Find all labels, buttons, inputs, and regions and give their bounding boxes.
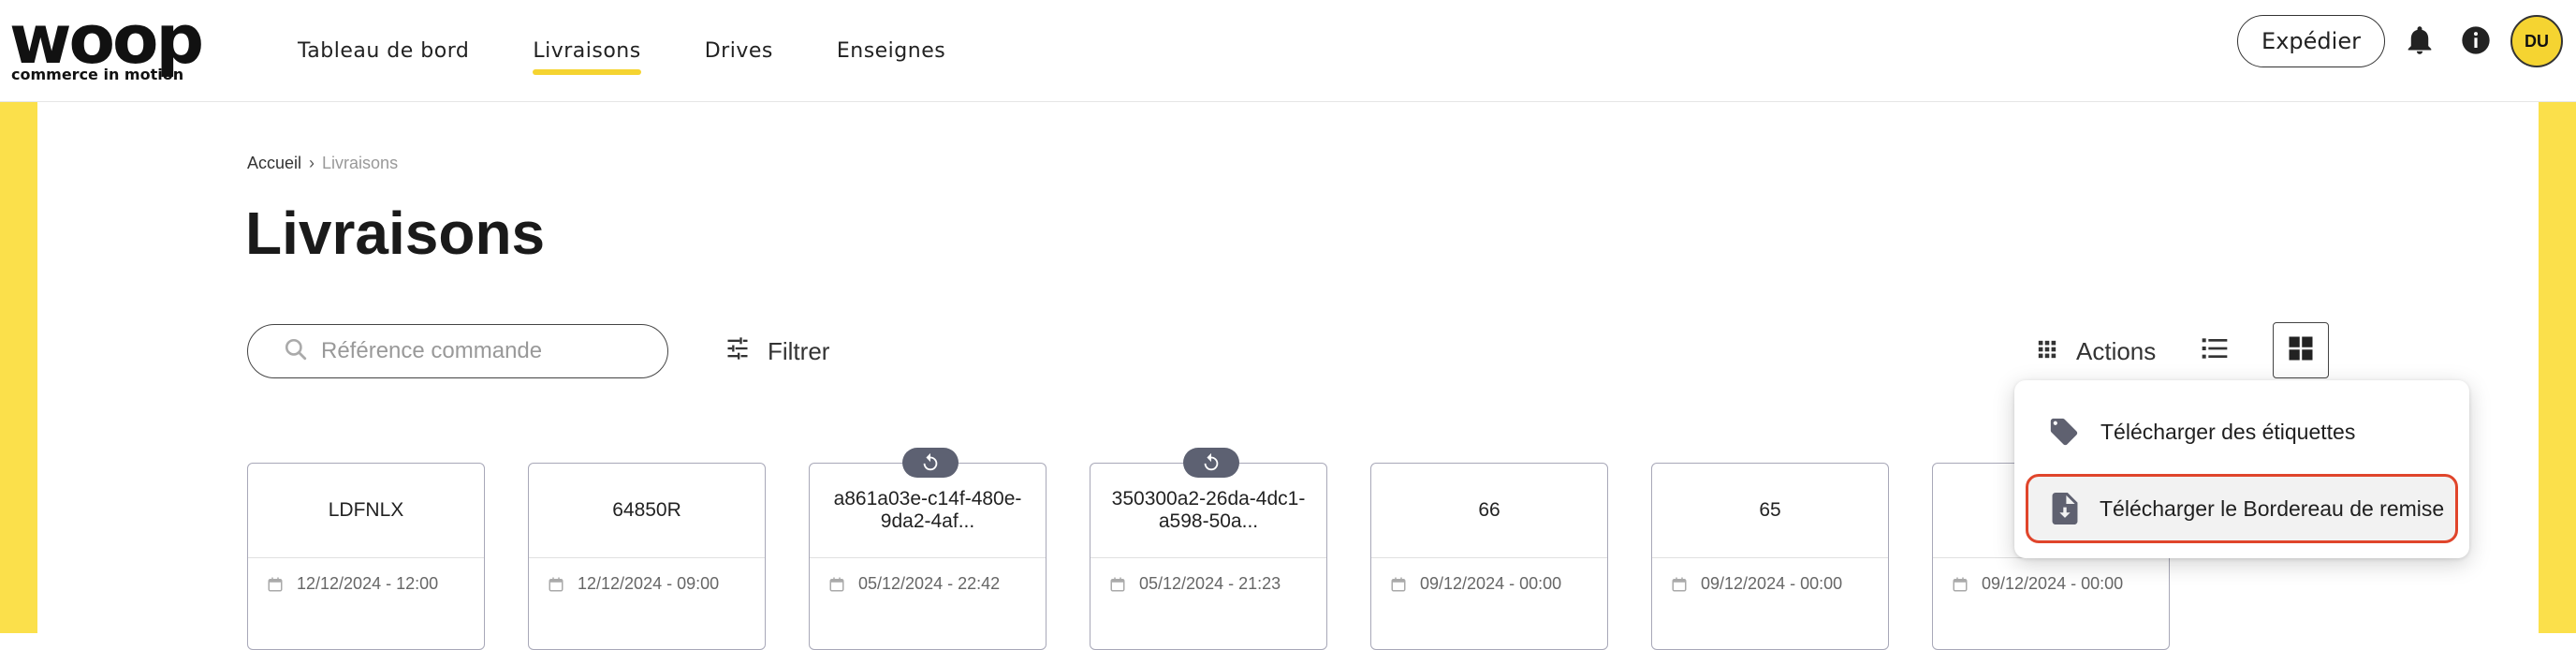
- nav-item-drives[interactable]: Drives: [705, 0, 773, 101]
- card-date: 09/12/2024 - 00:00: [1671, 574, 1842, 594]
- card-date: 09/12/2024 - 00:00: [1952, 574, 2123, 594]
- breadcrumb: Accueil › Livraisons: [247, 154, 398, 173]
- card-reference: 65: [1759, 499, 1781, 521]
- tag-icon: [2050, 418, 2078, 446]
- delivery-card[interactable]: 350300a2-26da-4dc1-a598-50a... 05/12/202…: [1090, 463, 1327, 650]
- delivery-card[interactable]: 66 09/12/2024 - 00:00: [1370, 463, 1608, 650]
- card-divider: [529, 557, 765, 558]
- card-date: 05/12/2024 - 22:42: [828, 574, 1000, 594]
- card-reference: LDFNLX: [328, 499, 404, 521]
- breadcrumb-current: Livraisons: [322, 154, 399, 172]
- card-date: 12/12/2024 - 09:00: [548, 574, 719, 594]
- card-date: 09/12/2024 - 00:00: [1390, 574, 1561, 594]
- refresh-icon: [1204, 452, 1219, 471]
- file-download-icon: [2052, 493, 2078, 524]
- card-date: 12/12/2024 - 12:00: [267, 574, 438, 594]
- top-header: woop commerce in motion Tableau de bord …: [0, 0, 2576, 102]
- calendar-icon: [268, 577, 283, 591]
- calendar-icon: [829, 577, 844, 591]
- page-title: Livraisons: [245, 199, 546, 267]
- card-datetime: 09/12/2024 - 00:00: [1982, 574, 2124, 593]
- menu-item-label: Télécharger des étiquettes: [2100, 419, 2356, 444]
- card-divider: [1090, 557, 1326, 558]
- nav-item-enseignes[interactable]: Enseignes: [837, 0, 945, 101]
- delivery-card[interactable]: 65 09/12/2024 - 00:00: [1651, 463, 1889, 650]
- calendar-icon: [1672, 577, 1687, 591]
- actions-dropdown-menu: Télécharger des étiquettes Télécharger l…: [2014, 380, 2469, 558]
- delivery-card[interactable]: 64850R 12/12/2024 - 09:00: [528, 463, 766, 650]
- card-datetime: 05/12/2024 - 22:42: [858, 574, 1001, 593]
- grid-view-icon: [2287, 334, 2315, 367]
- filter-button[interactable]: Filtrer: [724, 330, 829, 373]
- card-datetime: 09/12/2024 - 00:00: [1420, 574, 1562, 593]
- actions-label: Actions: [2076, 336, 2157, 365]
- list-view-icon[interactable]: [2200, 333, 2233, 367]
- calendar-icon: [549, 577, 564, 591]
- card-datetime: 09/12/2024 - 00:00: [1701, 574, 1843, 593]
- card-reference: 64850R: [612, 499, 681, 521]
- tune-icon: [724, 335, 751, 368]
- menu-item-download-bordereau[interactable]: Télécharger le Bordereau de remise: [2026, 474, 2458, 543]
- filter-label: Filtrer: [768, 336, 830, 365]
- card-divider: [810, 557, 1046, 558]
- calendar-icon: [1110, 577, 1125, 591]
- card-datetime: 12/12/2024 - 12:00: [297, 574, 439, 593]
- delivery-card[interactable]: LDFNLX 12/12/2024 - 12:00: [247, 463, 485, 650]
- refresh-badge: [902, 448, 959, 478]
- nav-item-livraisons[interactable]: Livraisons: [533, 0, 642, 101]
- refresh-icon: [923, 452, 938, 471]
- card-divider: [1371, 557, 1607, 558]
- search-field[interactable]: [247, 324, 668, 378]
- search-icon: [284, 337, 308, 366]
- right-accent-stripe: [2539, 101, 2576, 633]
- menu-item-label: Télécharger le Bordereau de remise: [2100, 495, 2445, 521]
- nav-item-tableau-de-bord[interactable]: Tableau de bord: [298, 0, 469, 101]
- refresh-badge: [1183, 448, 1239, 478]
- user-avatar[interactable]: DU: [2510, 15, 2563, 67]
- left-accent-stripe: [0, 101, 37, 633]
- actions-button[interactable]: Actions: [2037, 330, 2156, 373]
- woop-logo[interactable]: woop commerce in motion: [9, 2, 215, 83]
- main-nav: Tableau de bord Livraisons Drives Enseig…: [298, 0, 1009, 101]
- logo-tagline: commerce in motion: [11, 66, 184, 83]
- card-date: 05/12/2024 - 21:23: [1109, 574, 1281, 594]
- bell-icon[interactable]: [2404, 24, 2436, 56]
- info-icon[interactable]: [2460, 24, 2492, 56]
- chevron-right-icon: ›: [309, 154, 315, 172]
- card-reference: 66: [1478, 499, 1500, 521]
- calendar-icon: [1953, 577, 1968, 591]
- card-divider: [248, 557, 484, 558]
- expedier-button[interactable]: Expédier: [2237, 15, 2385, 67]
- card-datetime: 05/12/2024 - 21:23: [1139, 574, 1281, 593]
- card-divider: [1652, 557, 1888, 558]
- card-reference: a861a03e-c14f-480e-9da2-4af...: [833, 488, 1022, 532]
- apps-grid-icon: [2037, 337, 2057, 366]
- search-input[interactable]: [319, 337, 660, 365]
- card-datetime: 12/12/2024 - 09:00: [578, 574, 720, 593]
- delivery-card[interactable]: a861a03e-c14f-480e-9da2-4af... 05/12/202…: [809, 463, 1046, 650]
- grid-view-button[interactable]: [2273, 322, 2329, 378]
- card-reference: 350300a2-26da-4dc1-a598-50a...: [1111, 488, 1306, 532]
- calendar-icon: [1391, 577, 1406, 591]
- menu-item-download-labels[interactable]: Télécharger des étiquettes: [2026, 397, 2458, 466]
- breadcrumb-home[interactable]: Accueil: [247, 154, 301, 173]
